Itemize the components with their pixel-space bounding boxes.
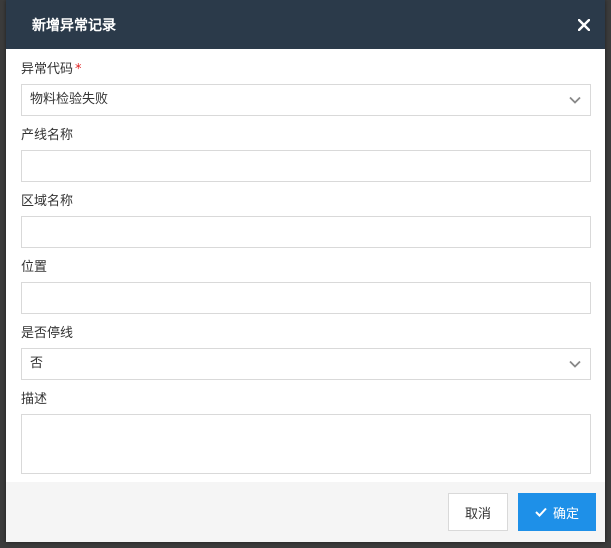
line-name-field: 产线名称 bbox=[21, 124, 591, 182]
close-icon[interactable] bbox=[573, 14, 595, 36]
exception-code-select[interactable]: 物料检验失败 bbox=[21, 84, 591, 116]
line-stopped-field: 是否停线 否 bbox=[21, 322, 591, 380]
description-field: 描述 bbox=[21, 388, 591, 474]
dialog-header: 新增异常记录 bbox=[6, 0, 605, 49]
exception-code-field: 异常代码 * 物料检验失败 bbox=[21, 58, 591, 116]
cancel-button[interactable]: 取消 bbox=[448, 493, 508, 531]
exception-code-label-text: 异常代码 bbox=[21, 62, 74, 77]
area-name-field: 区域名称 bbox=[21, 190, 591, 248]
description-label: 描述 bbox=[21, 392, 48, 407]
line-name-label: 产线名称 bbox=[21, 128, 74, 143]
line-stopped-value: 否 bbox=[30, 356, 44, 371]
dialog-footer: 取消 确定 bbox=[6, 482, 605, 542]
confirm-button[interactable]: 确定 bbox=[518, 493, 596, 531]
position-label: 位置 bbox=[21, 260, 48, 275]
exception-code-value: 物料检验失败 bbox=[30, 92, 109, 107]
area-name-input[interactable] bbox=[21, 216, 591, 248]
chevron-down-icon bbox=[568, 357, 582, 371]
area-name-label: 区域名称 bbox=[21, 194, 74, 209]
add-exception-dialog: 新增异常记录 异常代码 * 物料检验失败 产线名称 区域名称 位置 是否停线 否… bbox=[6, 0, 605, 542]
line-stopped-select[interactable]: 否 bbox=[21, 348, 591, 380]
required-mark: * bbox=[75, 62, 82, 77]
confirm-label: 确定 bbox=[552, 506, 579, 522]
dialog-body: 异常代码 * 物料检验失败 产线名称 区域名称 位置 是否停线 否 描述 bbox=[6, 49, 605, 474]
line-stopped-label: 是否停线 bbox=[21, 326, 74, 341]
dialog-title: 新增异常记录 bbox=[32, 17, 116, 34]
chevron-down-icon bbox=[568, 93, 582, 107]
exception-code-label: 异常代码 * bbox=[21, 58, 590, 84]
position-input[interactable] bbox=[21, 282, 591, 314]
check-icon bbox=[535, 507, 547, 517]
description-textarea[interactable] bbox=[21, 414, 591, 474]
position-field: 位置 bbox=[21, 256, 591, 314]
line-name-input[interactable] bbox=[21, 150, 591, 182]
